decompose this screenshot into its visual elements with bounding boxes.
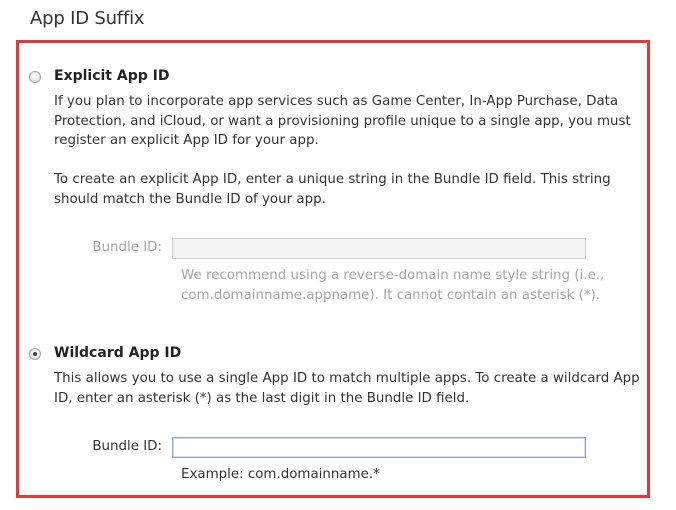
- explicit-bundle-id-input[interactable]: [172, 238, 586, 259]
- explicit-app-id-radio[interactable]: [29, 71, 41, 83]
- wildcard-app-id-label[interactable]: Wildcard App ID: [54, 345, 181, 361]
- explicit-bundle-id-hint: We recommend using a reverse-domain name…: [181, 268, 605, 303]
- explicit-app-id-label[interactable]: Explicit App ID: [54, 68, 169, 84]
- explicit-bundle-id-label: Bundle ID:: [92, 240, 162, 255]
- explicit-app-id-instructions: To create an explicit App ID, enter a un…: [54, 172, 611, 207]
- highlight-box: Explicit App ID If you plan to incorpora…: [16, 40, 650, 498]
- wildcard-bundle-id-label: Bundle ID:: [92, 439, 162, 454]
- wildcard-bundle-id-example: Example: com.domainname.*: [181, 467, 380, 482]
- wildcard-app-id-description: This allows you to use a single App ID t…: [54, 371, 640, 406]
- wildcard-app-id-radio[interactable]: [29, 348, 41, 360]
- wildcard-bundle-id-input[interactable]: [172, 437, 586, 458]
- explicit-app-id-description: If you plan to incorporate app services …: [54, 94, 631, 148]
- section-title: App ID Suffix: [30, 8, 145, 29]
